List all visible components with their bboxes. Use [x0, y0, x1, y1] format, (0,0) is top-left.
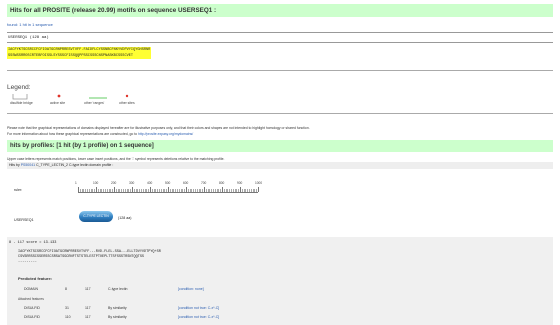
sequence-label: USERSEQ1 (128 aa) [7, 32, 553, 43]
other-sites-symbol [125, 94, 129, 98]
feature-to: 117 [85, 315, 91, 319]
note-line-2-prefix: For more information about how these gra… [7, 131, 138, 136]
ruler-tick-label: 100 [93, 181, 99, 185]
sequence-line-2: SSSWSSRROSCRTEBFOISSLSYSSSCFISSQQPPSSCSS… [8, 54, 134, 58]
legend-title: Legend: [7, 84, 31, 91]
hits-by-prefix: Hits by [9, 163, 20, 167]
ruler-tick-label: 200 [111, 181, 117, 185]
note-text: Please note that the graphical represent… [7, 126, 310, 137]
alignment-dashes: --------- [18, 260, 37, 264]
profile-desc: C-type lectin domain profile : [68, 163, 114, 167]
note-line-2: For more information about how these gra… [7, 132, 310, 138]
feature-to: 117 [85, 287, 91, 291]
other-ranges-symbol [89, 97, 107, 99]
mydomains-link[interactable]: http://prosite.expasy.org/mydomains/ [138, 132, 193, 136]
feature-from: 8 [65, 287, 67, 291]
feature-condition-link[interactable]: [condition not true: C-x*-C] [178, 315, 219, 319]
legend-label-active-site: active site [50, 101, 66, 105]
ruler-tick-label: 600 [183, 181, 189, 185]
ruler-line [78, 192, 258, 193]
feature-condition-link[interactable]: [condition not true: C-x*-C] [178, 306, 219, 310]
feature-to: 117 [85, 306, 91, 310]
found-link[interactable]: found: 1 hit in 1 sequence [7, 22, 53, 27]
active-site-symbol [57, 94, 61, 98]
feature-from: 31 [65, 306, 69, 310]
score-line: 8 - 117 score = 13.133 [9, 241, 57, 245]
user-sequence-label: USERSEQ1 [14, 218, 34, 222]
ruler-tick-label: 400 [147, 181, 153, 185]
page-title: Hits for all PROSITE (release 20.99) mot… [7, 4, 553, 17]
legend-label-other-ranges: other 'ranges' [84, 101, 105, 105]
ruler-tick-label: 500 [165, 181, 171, 185]
legend-label-disulfide: disulfide bridge [10, 101, 33, 105]
ruler-tick-label: 800 [219, 181, 225, 185]
legend-label-other-sites: other sites [119, 101, 135, 105]
divider [7, 70, 553, 71]
feature-desc: By similarity [108, 306, 127, 310]
ruler-tick-label: 900 [237, 181, 243, 185]
attached-features-title: Attached features [18, 297, 44, 301]
feature-type: DISULFID [24, 315, 40, 319]
ruler-tick [258, 187, 259, 192]
alignment-line-2: CSVSRRSSCSSERSSCSRSATSGCRNFTSTSTELESTPTO… [18, 255, 145, 259]
divider [7, 113, 553, 114]
predicted-feature-title: Predicted feature: [18, 276, 53, 281]
feature-from: 110 [65, 315, 71, 319]
profile-name: C_TYPE_LECTIN_2 [36, 163, 68, 167]
alignment: IACFYKTSCSRCCFCFIOATGCRNPRRESVTVFF.--RVD… [18, 250, 161, 265]
profiles-subtitle: Upper case letters represents match posi… [7, 157, 225, 161]
feature-condition-link[interactable]: [condition: none] [178, 287, 204, 291]
sequence-length: (128 aa) [118, 216, 132, 220]
disulfide-bridge-symbol [12, 94, 28, 100]
ruler-tick-label: 700 [201, 181, 207, 185]
feature-desc: C-type lectin [108, 287, 128, 291]
ruler-tick-label: 1000 [255, 181, 263, 185]
ruler-label: ruler: [14, 188, 23, 192]
c-type-lectin-domain[interactable]: C-TYPE LECTIN [79, 211, 113, 222]
ruler-tick-label: 1 [75, 181, 77, 185]
sequence-text: IACFYKTSCSRCCFCFIOATGCRNPRRESVTVFF.FAIDF… [7, 47, 152, 59]
profiles-title: hits by profiles: [1 hit (by 1 profile) … [7, 140, 553, 152]
feature-type: DISULFID [24, 306, 40, 310]
profile-id-link[interactable]: PS50041 [21, 163, 35, 167]
feature-type: DOMAIN [24, 287, 38, 291]
ruler-tick-label: 300 [129, 181, 135, 185]
feature-desc: By similarity [108, 315, 127, 319]
hits-by-bar: Hits by PS50041 C_TYPE_LECTIN_2 C-type l… [7, 162, 553, 169]
